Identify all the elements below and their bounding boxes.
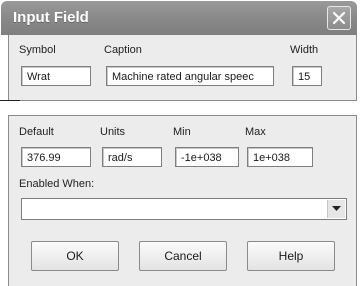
min-label: Min — [173, 126, 191, 138]
default-input[interactable]: 376.99 — [21, 147, 91, 167]
help-button[interactable]: Help — [247, 241, 335, 271]
max-label: Max — [245, 126, 266, 138]
symbol-label: Symbol — [19, 44, 56, 56]
max-input[interactable]: 1e+038 — [247, 147, 313, 167]
fields-row-top: Symbol Wrat Caption Machine rated angula… — [8, 35, 357, 101]
fields-row-bottom: Default 376.99 Units rad/s Min -1e+038 M… — [8, 115, 357, 286]
default-label: Default — [19, 126, 54, 138]
title-bar[interactable]: Input Field — [1, 1, 357, 35]
input-field-dialog: Input Field Symbol Wrat Caption Machine … — [0, 0, 360, 286]
dialog-title: Input Field — [13, 9, 89, 26]
units-input[interactable]: rad/s — [102, 147, 162, 167]
symbol-input[interactable]: Wrat — [21, 66, 91, 86]
close-button[interactable] — [327, 6, 351, 30]
chevron-down-icon — [332, 206, 341, 211]
ok-button[interactable]: OK — [31, 241, 119, 271]
torn-edge-line — [0, 100, 20, 101]
cancel-button[interactable]: Cancel — [139, 241, 227, 271]
units-label: Units — [100, 126, 126, 138]
min-input[interactable]: -1e+038 — [175, 147, 239, 167]
caption-label: Caption — [104, 44, 142, 56]
width-input[interactable]: 15 — [292, 66, 322, 86]
enabled-when-dropdown[interactable] — [21, 198, 347, 220]
enabled-when-label: Enabled When: — [19, 178, 95, 190]
close-icon — [332, 11, 346, 25]
width-label: Width — [290, 44, 319, 56]
dropdown-button[interactable] — [327, 200, 345, 218]
caption-input[interactable]: Machine rated angular speec — [106, 66, 274, 86]
